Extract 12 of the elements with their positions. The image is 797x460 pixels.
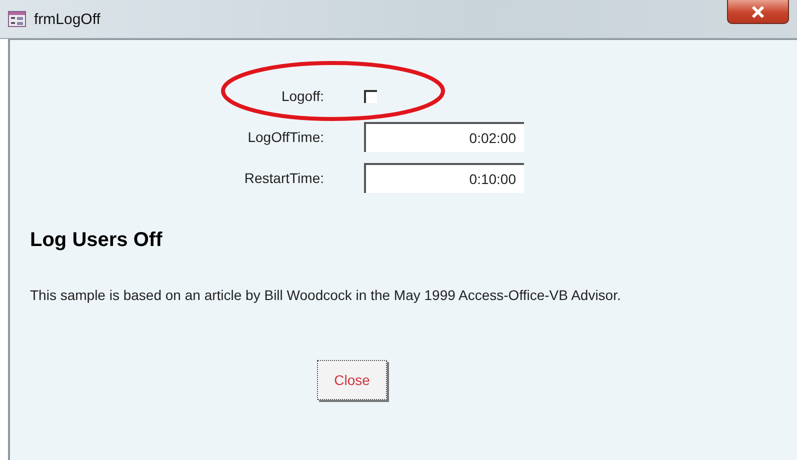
- field-label: Logoff:: [280, 88, 324, 104]
- time-field[interactable]: 0:10:00: [364, 163, 524, 193]
- window-title: frmLogOff: [34, 10, 100, 28]
- logoff-checkbox[interactable]: [364, 90, 377, 102]
- time-field[interactable]: 0:02:00: [364, 122, 524, 152]
- heading: Log Users Off: [30, 229, 164, 252]
- form-icon: [8, 11, 26, 27]
- field-label: RestartTime:: [243, 170, 324, 186]
- close-button[interactable]: Close: [317, 360, 387, 400]
- description-text: This sample is based on an article by Bill Woodcock in the May 1999 Access-Office-VB Advisor.: [30, 286, 622, 305]
- field-label: LogOffTime:: [246, 129, 324, 145]
- close-icon[interactable]: [727, 0, 789, 24]
